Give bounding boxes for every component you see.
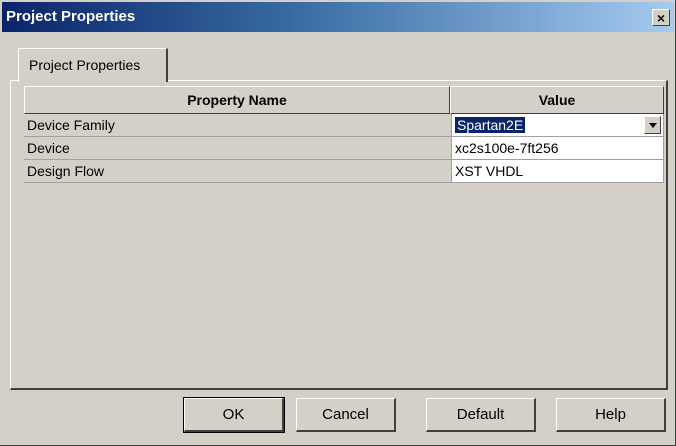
property-name-cell: Device — [24, 137, 452, 160]
device-family-dropdown[interactable]: Spartan2E — [452, 114, 664, 137]
property-name-cell: Design Flow — [24, 160, 452, 183]
column-header-property-name[interactable]: Property Name — [24, 86, 450, 114]
tab-project-properties[interactable]: Project Properties — [18, 48, 168, 82]
table-row[interactable]: Design Flow XST VHDL — [24, 160, 664, 183]
column-header-value[interactable]: Value — [450, 86, 664, 114]
ok-button[interactable]: OK — [183, 397, 285, 433]
selected-value: Spartan2E — [455, 117, 526, 133]
close-button[interactable]: × — [652, 9, 670, 26]
default-button[interactable]: Default — [426, 398, 536, 432]
title-bar[interactable]: Project Properties × — [2, 2, 674, 32]
grid-header: Property Name Value — [24, 86, 664, 114]
table-row[interactable]: Device xc2s100e-7ft256 — [24, 137, 664, 160]
property-grid: Property Name Value Device Family Sparta… — [24, 86, 664, 386]
chevron-down-icon — [648, 122, 657, 128]
project-properties-dialog: Project Properties × Project Properties … — [0, 0, 676, 446]
close-icon: × — [656, 9, 666, 26]
window-title: Project Properties — [6, 8, 136, 25]
property-value-cell[interactable]: xc2s100e-7ft256 — [452, 137, 664, 160]
tab-label: Project Properties — [29, 57, 141, 73]
cancel-button[interactable]: Cancel — [296, 398, 396, 432]
dropdown-button[interactable] — [644, 116, 661, 134]
help-button[interactable]: Help — [556, 398, 666, 432]
property-value-cell[interactable]: XST VHDL — [452, 160, 664, 183]
property-name-cell: Device Family — [24, 114, 452, 137]
table-row[interactable]: Device Family Spartan2E — [24, 114, 664, 137]
